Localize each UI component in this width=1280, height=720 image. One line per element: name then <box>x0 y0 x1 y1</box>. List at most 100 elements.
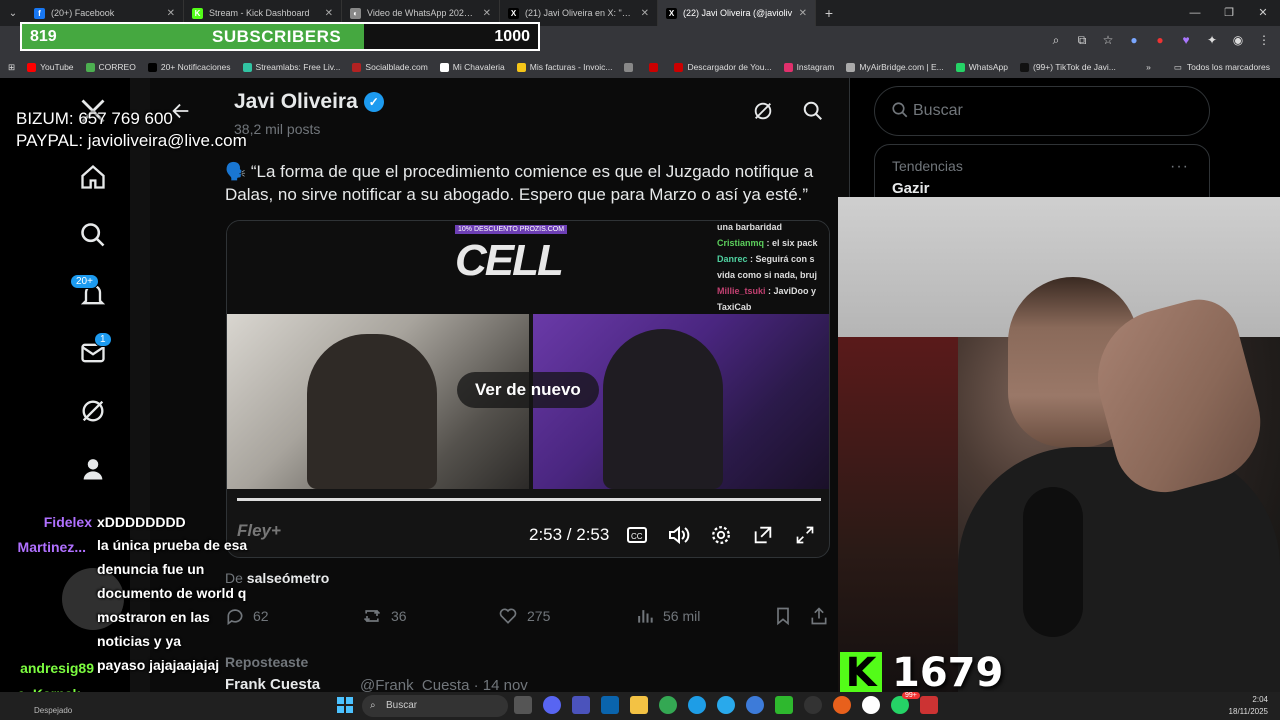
bookmark-label: Socialblade.com <box>365 62 428 72</box>
all-bookmarks-link[interactable]: Todos los marcadores <box>1187 62 1270 72</box>
close-window-icon[interactable]: ✕ <box>1246 0 1280 26</box>
search-input[interactable]: Buscar <box>874 86 1210 136</box>
bookmark-item[interactable] <box>649 62 662 72</box>
video-source[interactable]: De salseómetro <box>225 570 329 586</box>
teams-icon[interactable] <box>572 696 590 714</box>
obs-icon[interactable] <box>804 696 822 714</box>
file-explorer-icon[interactable] <box>630 696 648 714</box>
reply-action[interactable]: 62 <box>225 606 269 626</box>
app-icon-orange[interactable] <box>833 696 851 714</box>
chrome-icon[interactable] <box>659 696 677 714</box>
bookmarks-more-icon[interactable]: » <box>1146 62 1151 72</box>
camtasia-icon[interactable] <box>775 696 793 714</box>
discord-icon[interactable] <box>543 696 561 714</box>
bookmark-item[interactable]: Mi Chavaleria <box>439 62 505 72</box>
bookmark-item[interactable]: Streamlabs: Free Liv... <box>242 62 341 72</box>
tab-close-icon[interactable]: ✕ <box>325 8 333 19</box>
zoom-icon[interactable]: ⌕ <box>1048 32 1064 48</box>
task-view-icon[interactable] <box>514 696 532 714</box>
browser-tab[interactable]: X (22) Javi Oliveira (@javioliv ✕ <box>658 0 816 26</box>
bookmark-item[interactable]: MyAirBridge.com | E... <box>846 62 944 72</box>
picture-in-picture-icon[interactable] <box>751 523 775 547</box>
profile-icon[interactable] <box>78 454 108 484</box>
like-action[interactable]: 275 <box>497 606 550 626</box>
edge-icon[interactable] <box>688 696 706 714</box>
app-icon-record[interactable] <box>862 696 880 714</box>
captions-icon[interactable]: CC <box>625 523 649 547</box>
profile-header: Javi Oliveira ✓ 38,2 mil posts <box>150 78 850 144</box>
home-icon[interactable] <box>78 162 108 192</box>
reply-icon <box>227 609 243 626</box>
apps-grid-icon[interactable]: ⊞ <box>8 62 15 73</box>
bookmark-item[interactable]: 20+ Notificaciones <box>147 62 231 72</box>
taskbar-search[interactable]: ⌕ Buscar <box>362 695 508 717</box>
outlook-icon[interactable] <box>601 696 619 714</box>
video-chat-line: Danrec : Seguirá con s vida como si nada… <box>717 251 829 283</box>
install-icon[interactable]: ⧉ <box>1074 32 1090 48</box>
grok-icon[interactable] <box>78 396 108 426</box>
bookmark-item[interactable] <box>624 62 637 72</box>
extension-2-icon[interactable]: ● <box>1152 32 1168 48</box>
weather-widget[interactable]: Despejado <box>34 706 72 715</box>
search-profile-icon[interactable] <box>802 100 824 127</box>
extension-1-icon[interactable]: ● <box>1126 32 1142 48</box>
video-player[interactable]: 10% DESCUENTO PROZIS.COM CELL una barbar… <box>226 220 830 558</box>
telegram-icon[interactable] <box>717 696 735 714</box>
trend-name[interactable]: Gazir <box>892 180 930 197</box>
bookmark-item[interactable]: Instagram <box>783 62 834 72</box>
bookmark-favicon-icon <box>516 62 526 72</box>
minimize-icon[interactable]: — <box>1178 0 1212 26</box>
tab-close-icon[interactable]: ✕ <box>641 8 649 19</box>
next-tweet-author[interactable]: Frank Cuesta <box>225 676 320 693</box>
bookmark-item[interactable]: CORREO <box>85 62 136 72</box>
snipping-icon[interactable] <box>920 696 938 714</box>
bookmark-label: Streamlabs: Free Liv... <box>255 62 341 72</box>
trend-more-icon[interactable]: ··· <box>1170 158 1189 176</box>
new-tab-button[interactable]: + <box>816 5 842 21</box>
bookmark-favicon-icon <box>624 62 634 72</box>
maximize-icon[interactable]: ❐ <box>1212 0 1246 26</box>
bookmark-star-icon[interactable]: ☆ <box>1100 32 1116 48</box>
viewer-count: 1679 <box>892 650 1004 696</box>
bookmark-item[interactable]: Mis facturas - Invoic... <box>516 62 612 72</box>
extension-3-icon[interactable]: ♥ <box>1178 32 1194 48</box>
bookmark-label: CORREO <box>98 62 136 72</box>
bookmark-item[interactable]: Descargador de You... <box>674 62 772 72</box>
window-controls: — ❐ ✕ <box>1178 0 1280 26</box>
tab-close-icon[interactable]: ✕ <box>799 8 807 19</box>
bookmark-item[interactable]: Socialblade.com <box>352 62 428 72</box>
subscriber-goal: 1000 <box>494 27 530 45</box>
bookmark-label: Descargador de You... <box>687 62 772 72</box>
settings-gear-icon[interactable] <box>709 523 733 547</box>
tab-close-icon[interactable]: ✕ <box>483 8 491 19</box>
bookmark-label: MyAirBridge.com | E... <box>859 62 944 72</box>
windows-start-icon[interactable] <box>337 697 353 713</box>
video-time: 2:53 / 2:53 <box>529 525 610 544</box>
explore-search-icon[interactable] <box>78 220 108 250</box>
grok-header-icon[interactable] <box>752 100 774 127</box>
video-progress-bar[interactable] <box>237 498 821 501</box>
bookmark-item[interactable]: (99+) TikTok de Javi... <box>1019 62 1116 72</box>
search-placeholder: Buscar <box>913 102 963 119</box>
donation-info: BIZUM: 657 769 600 PAYPAL: javioliveira@… <box>16 108 247 152</box>
screen: ⌄ f (20+) Facebook ✕ K Stream - Kick Dashboa… <box>0 0 1280 720</box>
bookmark-icon <box>777 607 789 626</box>
profile-avatar-icon[interactable]: ◉ <box>1230 32 1246 48</box>
tab-close-icon[interactable]: ✕ <box>167 8 175 19</box>
fullscreen-icon[interactable] <box>793 523 817 547</box>
repost-action[interactable]: 36 <box>361 606 407 626</box>
video-chat-user: Cristianmq <box>717 238 765 248</box>
system-clock[interactable]: 2:04 18/11/2025 <box>1229 694 1268 718</box>
replay-button[interactable]: Ver de nuevo <box>457 372 599 408</box>
browser-menu-icon[interactable]: ⋮ <box>1256 32 1272 48</box>
share-action[interactable] <box>809 606 829 626</box>
views-action[interactable]: 56 mil <box>635 606 700 626</box>
volume-icon[interactable] <box>667 523 691 547</box>
bookmark-item[interactable]: WhatsApp <box>955 62 1008 72</box>
chat-message-line: noticias y ya <box>97 633 182 649</box>
bookmark-action[interactable] <box>773 606 793 626</box>
bookmark-item[interactable]: YouTube <box>27 62 74 72</box>
extensions-puzzle-icon[interactable]: ✦ <box>1204 32 1220 48</box>
browser-alt-icon[interactable] <box>746 696 764 714</box>
source-name[interactable]: salseómetro <box>247 570 329 586</box>
